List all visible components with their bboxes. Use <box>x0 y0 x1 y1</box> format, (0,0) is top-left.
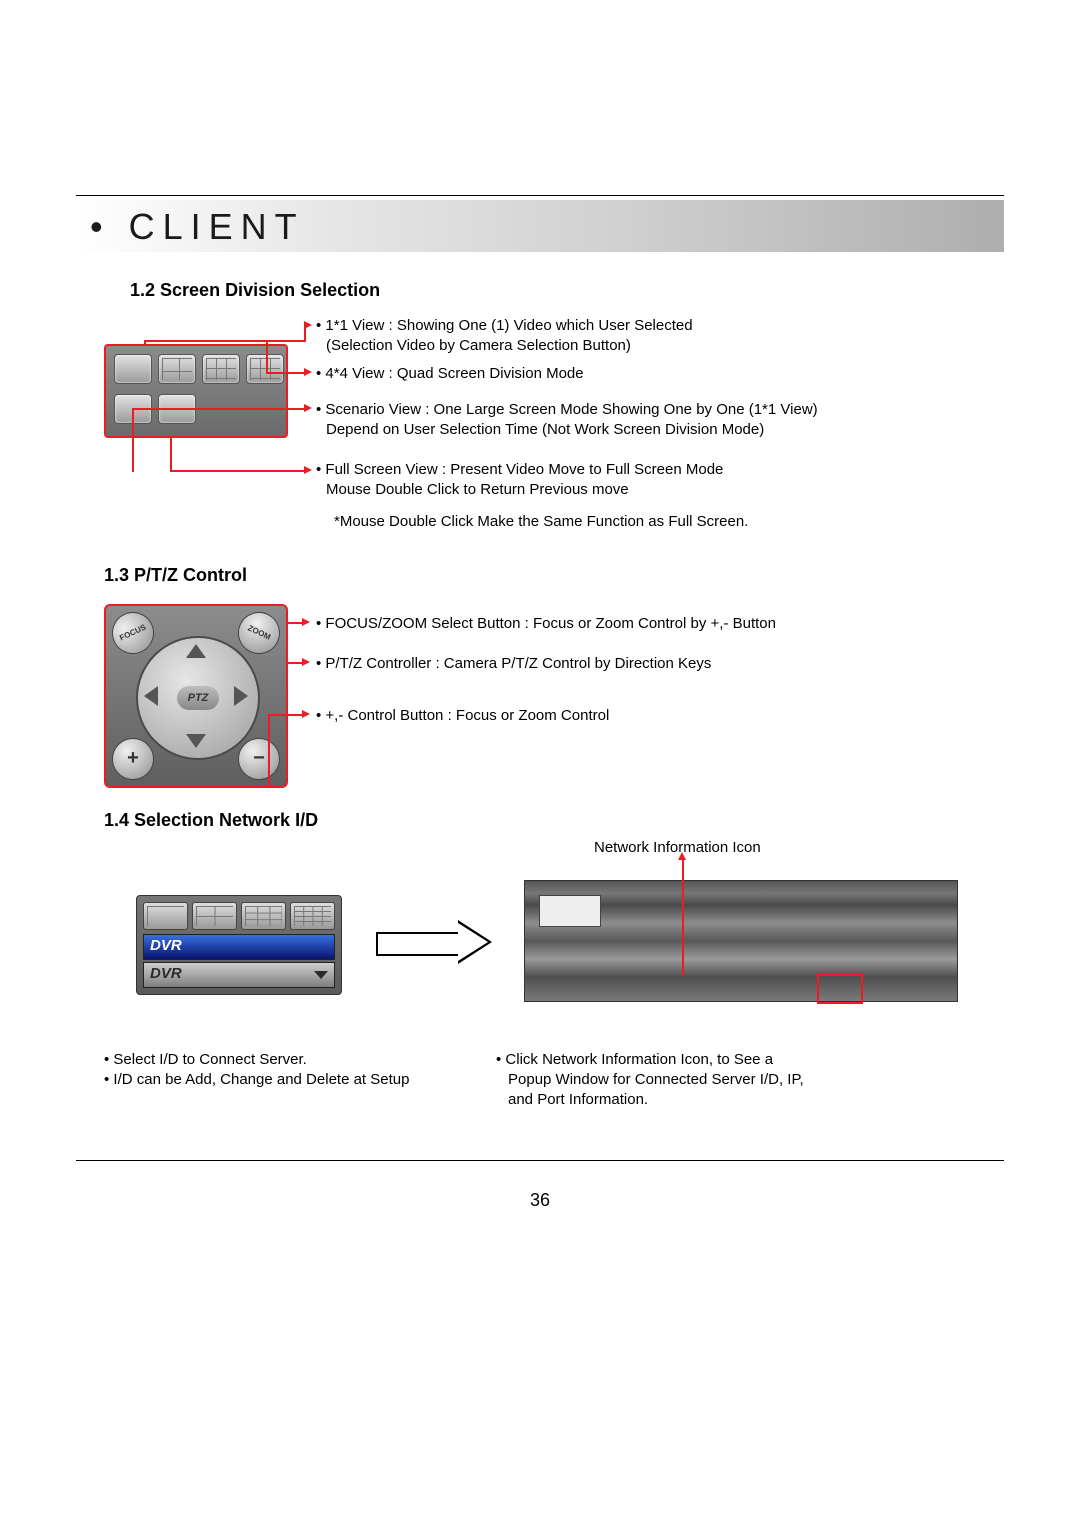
network-info-panel <box>524 880 958 1002</box>
arrow-icon <box>304 466 312 474</box>
page-number: 36 <box>0 1190 1080 1211</box>
screen-division-panel <box>104 344 284 434</box>
arrow-icon <box>302 710 310 718</box>
callout-line <box>268 714 270 788</box>
heading-1-3: 1.3 P/T/Z Control <box>104 565 247 586</box>
view-1x1-button[interactable] <box>143 902 188 930</box>
ptz-up-button[interactable] <box>186 644 206 658</box>
plus-button[interactable]: + <box>112 738 154 780</box>
text-4x4: • 4*4 View : Quad Screen Division Mode <box>316 364 584 384</box>
view-2x2-button[interactable] <box>192 902 237 930</box>
bullet: • <box>90 206 111 247</box>
text-full-a: • Full Screen View : Present Video Move … <box>316 460 723 480</box>
callout-line <box>128 786 268 788</box>
dvr-id-selected[interactable]: DVR <box>143 934 335 960</box>
panel-box <box>539 895 601 927</box>
dvr-selector-panel: DVR DVR <box>136 895 342 995</box>
focus-button[interactable]: FOCUS <box>105 605 161 661</box>
text-note: *Mouse Double Click Make the Same Functi… <box>334 512 748 532</box>
view-3x3-button[interactable] <box>241 902 286 930</box>
heading-1-2: 1.2 Screen Division Selection <box>130 280 380 301</box>
ptz-down-button[interactable] <box>186 734 206 748</box>
text-1x1-a: • 1*1 View : Showing One (1) Video which… <box>316 316 693 336</box>
callout-line <box>266 340 268 372</box>
heading-1-4: 1.4 Selection Network I/D <box>104 810 318 831</box>
text-plus-minus: • +,- Control Button : Focus or Zoom Con… <box>316 706 609 726</box>
view-4x4-button[interactable] <box>246 354 284 384</box>
ptz-panel: PTZ FOCUS ZOOM + − <box>104 604 284 784</box>
title-text: CLIENT <box>129 206 305 247</box>
callout-line <box>144 340 304 342</box>
view-1x1-button[interactable] <box>114 354 152 384</box>
callout-line <box>268 714 304 716</box>
arrow-right-icon <box>376 920 496 964</box>
network-info-icon[interactable] <box>817 974 863 1004</box>
callout-line <box>682 858 684 976</box>
dvr-id-dropdown[interactable]: DVR <box>143 962 335 988</box>
arrow-icon <box>678 852 686 860</box>
ptz-left-button[interactable] <box>144 686 158 706</box>
arrow-icon <box>304 368 312 376</box>
text-left-1: • Select I/D to Connect Server. <box>104 1050 307 1070</box>
text-right-3: and Port Information. <box>508 1090 648 1110</box>
ptz-label: PTZ <box>177 686 219 710</box>
text-scenario-a: • Scenario View : One Large Screen Mode … <box>316 400 818 420</box>
callout-line <box>132 408 306 410</box>
page-title: • CLIENT <box>90 206 305 248</box>
arrow-icon <box>302 658 310 666</box>
text-1x1-b: (Selection Video by Camera Selection But… <box>326 336 631 356</box>
chevron-down-icon <box>314 971 328 979</box>
text-right-1: • Click Network Information Icon, to See… <box>496 1050 773 1070</box>
dvr-view-buttons <box>143 902 335 928</box>
arrow-icon <box>302 618 310 626</box>
page: • CLIENT 1.2 Screen Division Selection •… <box>0 0 1080 1527</box>
dvr-id-label: DVR <box>150 965 182 982</box>
bottom-rule <box>76 1160 1004 1161</box>
callout-line <box>170 470 306 472</box>
text-full-b: Mouse Double Click to Return Previous mo… <box>326 480 629 500</box>
view-2x2-button[interactable] <box>158 354 196 384</box>
callout-line <box>132 408 134 436</box>
view-4x4-button[interactable] <box>290 902 335 930</box>
top-rule <box>76 195 1004 196</box>
callout-line <box>170 436 172 472</box>
callout-line <box>132 436 134 472</box>
minus-button[interactable]: − <box>238 738 280 780</box>
panel-frame: PTZ FOCUS ZOOM + − <box>104 604 288 788</box>
text-ptz-ctrl: • P/T/Z Controller : Camera P/T/Z Contro… <box>316 654 711 674</box>
text-left-2: • I/D can be Add, Change and Delete at S… <box>104 1070 409 1090</box>
text-scenario-b: Depend on User Selection Time (Not Work … <box>326 420 764 440</box>
callout-line <box>266 372 306 374</box>
text-focus-zoom: • FOCUS/ZOOM Select Button : Focus or Zo… <box>316 614 776 634</box>
text-right-2: Popup Window for Connected Server I/D, I… <box>508 1070 804 1090</box>
view-3x3-button[interactable] <box>202 354 240 384</box>
ptz-right-button[interactable] <box>234 686 248 706</box>
dvr-id-label: DVR <box>150 937 182 954</box>
arrow-icon <box>304 321 312 329</box>
arrow-icon <box>304 404 312 412</box>
